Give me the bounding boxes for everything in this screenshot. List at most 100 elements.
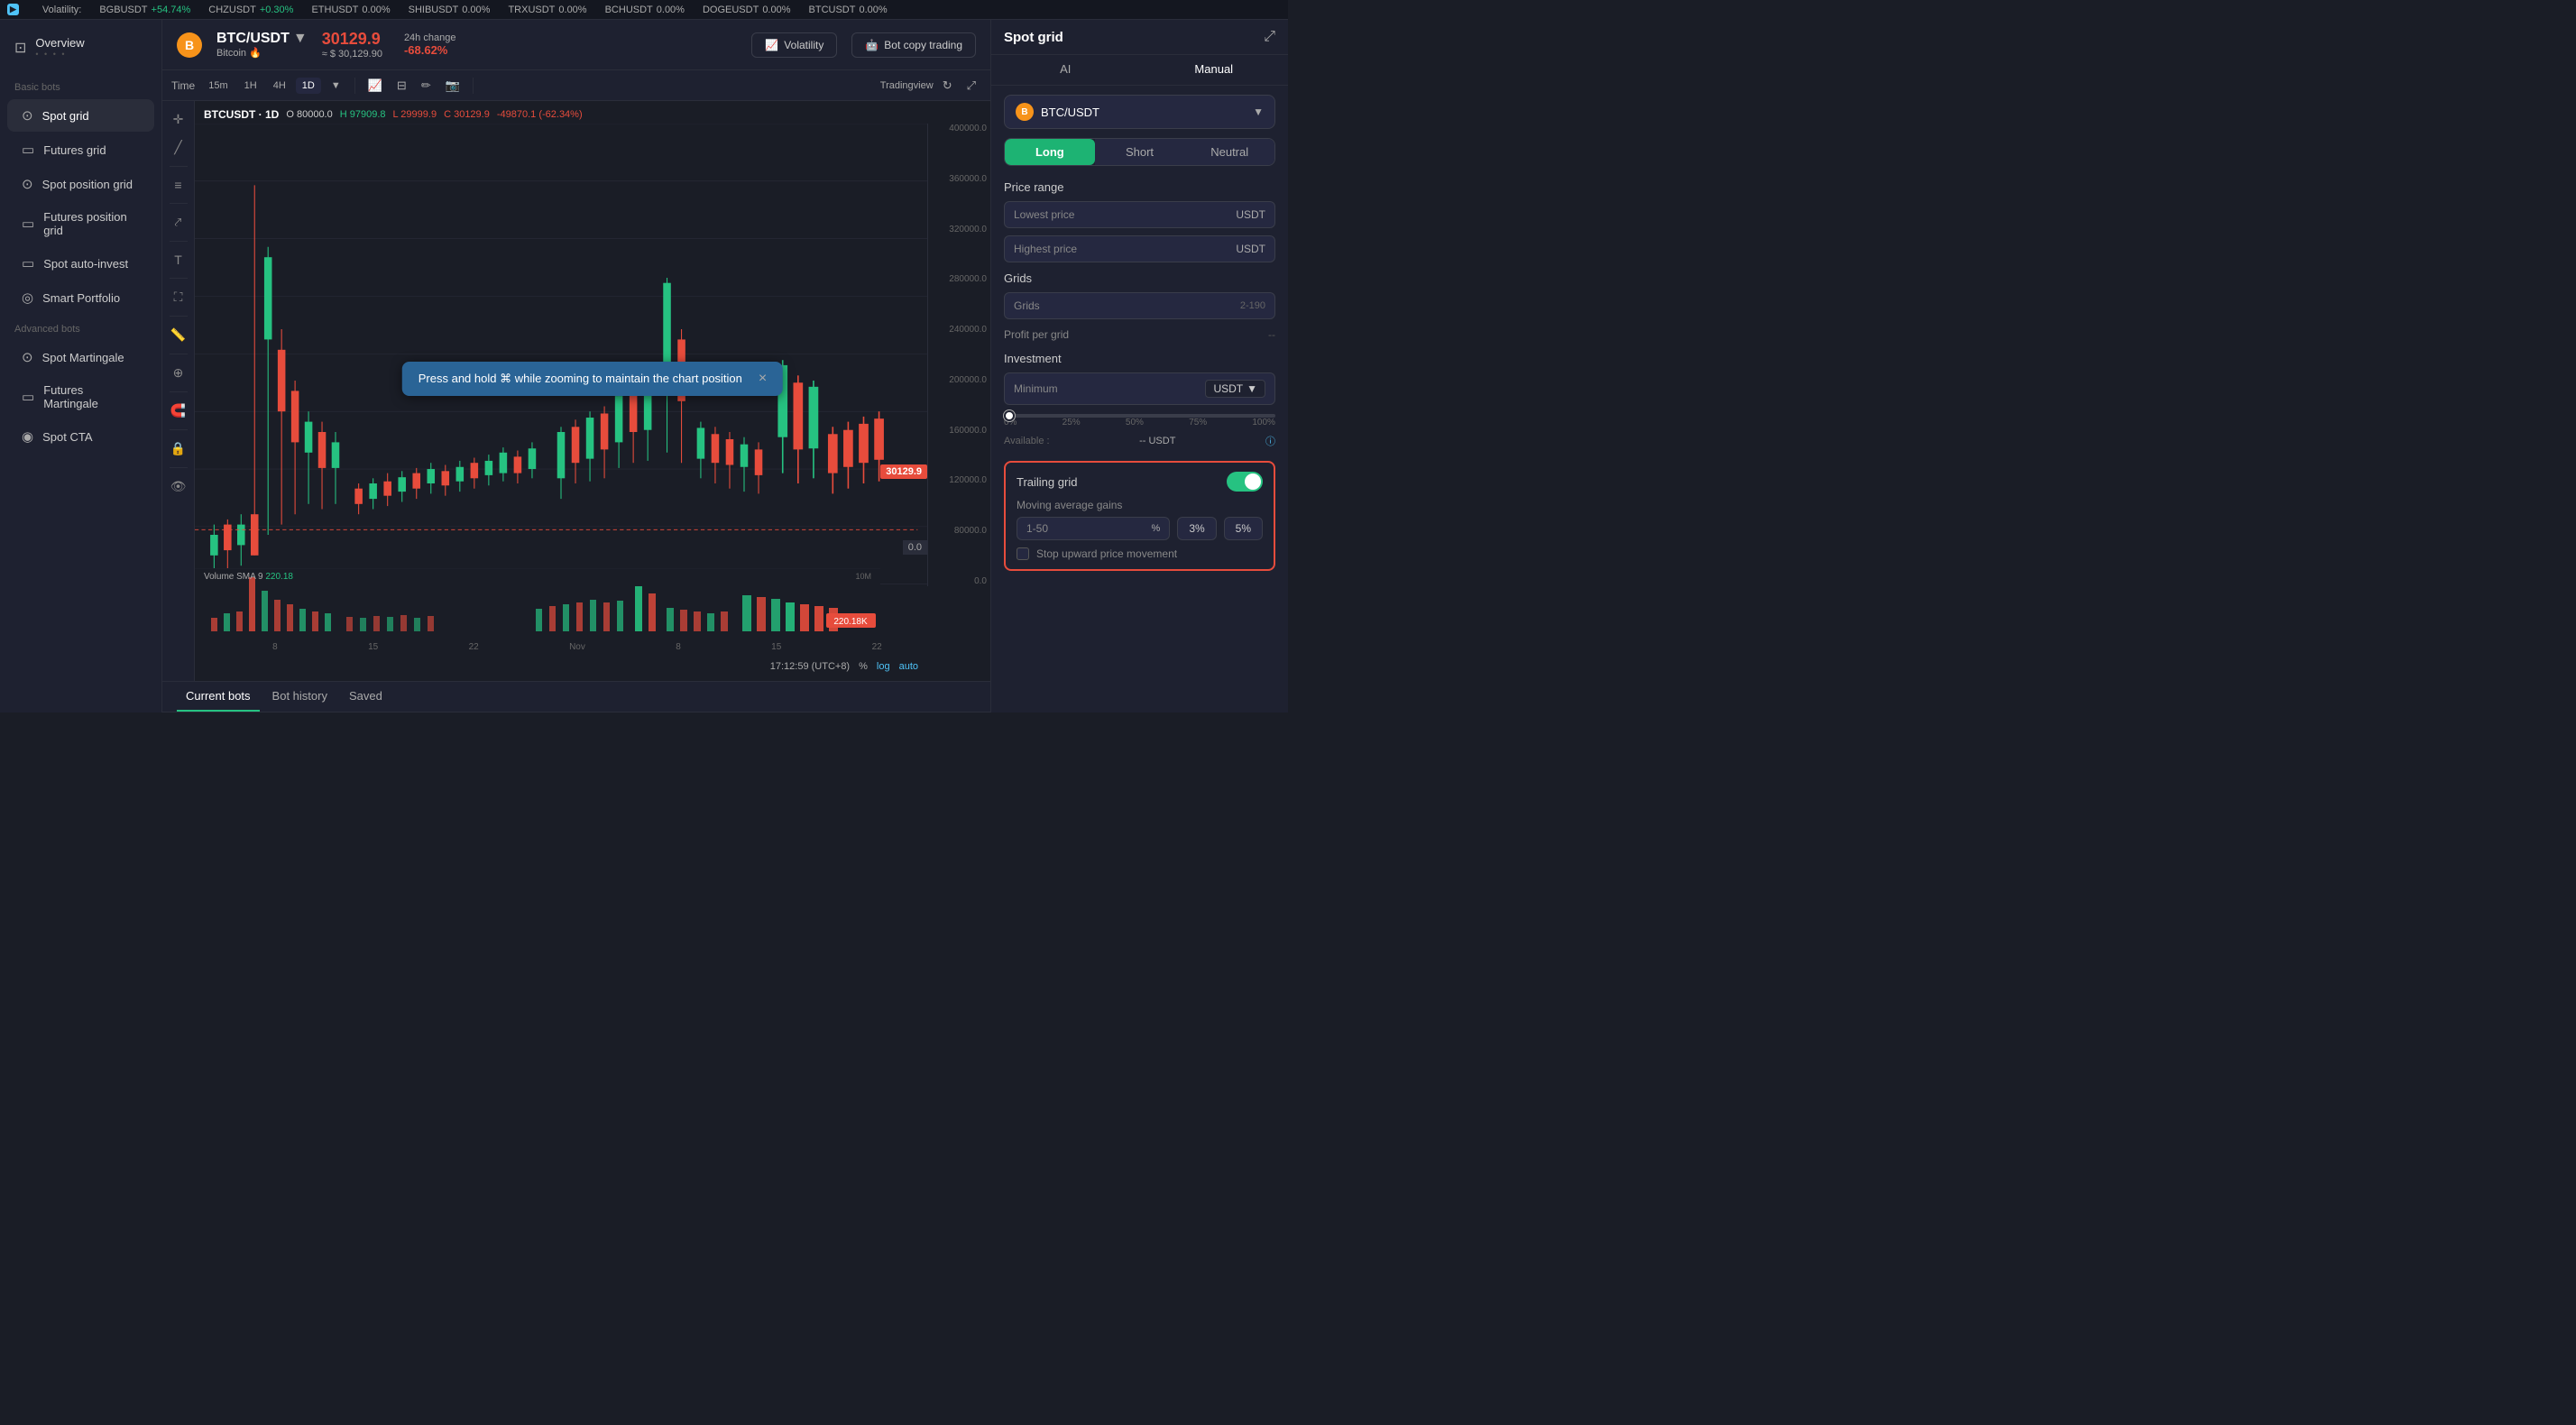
zoom-tool[interactable]: ⊕ (170, 362, 188, 384)
futures-grid-icon: ▭ (22, 142, 34, 158)
sidebar-item-futures-martingale[interactable]: ▭ Futures Martingale (7, 375, 154, 418)
tool-divider-2 (170, 203, 188, 204)
sidebar-item-spot-cta-label: Spot CTA (42, 430, 92, 444)
direction-long[interactable]: Long (1005, 139, 1095, 165)
ohlc-symbol: BTCUSDT · 1D (204, 108, 279, 121)
sidebar-item-futures-grid[interactable]: ▭ Futures grid (7, 133, 154, 166)
direction-short[interactable]: Short (1095, 139, 1185, 165)
tabs-panel: Current bots Bot history Saved (162, 681, 990, 712)
price-scale: 400000.0 360000.0 320000.0 280000.0 2400… (927, 124, 990, 586)
ma-badge-3pct[interactable]: 3% (1177, 517, 1216, 540)
ticker-item-4: TRXUSDT 0.00% (508, 5, 586, 15)
available-info-icon[interactable]: ⓘ (1265, 434, 1275, 448)
moving-avg-label: Moving average gains (1017, 499, 1263, 511)
horizontal-line-tool[interactable]: ≡ (170, 174, 185, 196)
investment-input[interactable]: Minimum USDT ▼ (1004, 372, 1275, 405)
tab-saved[interactable]: Saved (340, 682, 391, 712)
stop-upward-checkbox[interactable] (1017, 547, 1029, 560)
highest-price-input[interactable]: Highest price USDT (1004, 235, 1275, 262)
camera-icon[interactable]: 📷 (440, 76, 465, 96)
tab-current-bots[interactable]: Current bots (177, 682, 260, 712)
eye-tool[interactable]: 👁 (167, 475, 190, 498)
stop-upward-row: Stop upward price movement (1017, 547, 1263, 560)
trend-line-tool[interactable]: ╱ (170, 136, 185, 159)
tooltip-close-button[interactable]: × (759, 371, 767, 387)
sidebar-item-smart-portfolio[interactable]: ◎ Smart Portfolio (7, 281, 154, 314)
currency-coin-icon: B (1016, 103, 1034, 121)
refresh-icon[interactable]: ↻ (937, 76, 958, 96)
basic-bots-label: Basic bots (0, 77, 161, 98)
direction-neutral[interactable]: Neutral (1184, 139, 1274, 165)
magnet-tool[interactable]: 🧲 (167, 400, 189, 422)
text-tool[interactable]: T (170, 249, 186, 271)
tool-divider-7 (170, 391, 188, 392)
percent-btn[interactable]: % (859, 661, 868, 672)
interval-1d[interactable]: 1D (296, 78, 321, 94)
interval-dropdown[interactable]: ▼ (325, 78, 347, 94)
spot-grid-icon: ⊙ (22, 107, 33, 124)
bot-copy-trading-button[interactable]: 🤖 Bot copy trading (851, 32, 976, 58)
chart-toolbar: Time 15m 1H 4H 1D ▼ 📈 ⊟ ✏ 📷 Tradingview … (162, 70, 990, 101)
candlestick-chart (195, 124, 927, 586)
interval-4h[interactable]: 4H (267, 78, 292, 94)
tool-divider-9 (170, 467, 188, 468)
ruler-tool[interactable]: 📏 (167, 324, 189, 346)
invest-unit-dropdown[interactable]: USDT ▼ (1205, 380, 1265, 398)
crosshair-tool[interactable]: ✛ (170, 108, 188, 131)
currency-name: BTC/USDT (1041, 106, 1246, 119)
bot-icon: 🤖 (865, 39, 879, 51)
ticker-item-7: BTCUSDT 0.00% (809, 5, 888, 15)
chart-inner: ✛ ╱ ≡ ⤤ T ⛶ 📏 ⊕ 🧲 🔒 👁 (162, 101, 990, 681)
tab-bot-history[interactable]: Bot history (263, 682, 336, 712)
auto-btn[interactable]: auto (899, 661, 918, 672)
sidebar-item-futures-position-grid[interactable]: ▭ Futures position grid (7, 202, 154, 245)
pair-info: BTC/USDT ▼ Bitcoin 🔥 (216, 31, 308, 59)
interval-15m[interactable]: 15m (202, 78, 234, 94)
sidebar-item-spot-auto-invest[interactable]: ▭ Spot auto-invest (7, 247, 154, 280)
sidebar-item-futures-martingale-label: Futures Martingale (43, 383, 140, 410)
trailing-toggle[interactable] (1227, 472, 1263, 492)
sidebar-item-spot-martingale-label: Spot Martingale (42, 351, 124, 364)
tab-manual[interactable]: Manual (1140, 55, 1289, 85)
grids-input[interactable]: Grids 2-190 (1004, 292, 1275, 319)
currency-selector[interactable]: B BTC/USDT ▼ (1004, 95, 1275, 129)
panel-expand-button[interactable]: ⤢ (1264, 29, 1275, 45)
pencil-icon[interactable]: ✏ (416, 76, 437, 96)
tab-ai[interactable]: AI (991, 55, 1140, 85)
panel-title: Spot grid (1004, 30, 1063, 45)
spot-auto-invest-icon: ▭ (22, 255, 34, 271)
chart-timestamp-row: 17:12:59 (UTC+8) % log auto (770, 661, 918, 672)
sidebar-item-spot-martingale[interactable]: ⊙ Spot Martingale (7, 341, 154, 373)
interval-1h[interactable]: 1H (238, 78, 263, 94)
ma-badge-5pct[interactable]: 5% (1224, 517, 1263, 540)
measure-tool[interactable]: ⛶ (170, 286, 187, 308)
lock-tool[interactable]: 🔒 (167, 437, 189, 460)
chart-price-label: 30129.9 (880, 464, 927, 479)
sidebar-item-spot-grid[interactable]: ⊙ Spot grid (7, 99, 154, 132)
sidebar-item-spot-cta[interactable]: ◉ Spot CTA (7, 420, 154, 453)
percent-track[interactable] (1004, 414, 1275, 418)
profit-per-grid-row: Profit per grid -- (1004, 326, 1275, 343)
trailing-grid-label: Trailing grid (1017, 475, 1077, 489)
candle-chart-icon[interactable]: ⊟ (391, 76, 412, 96)
sidebar-overview[interactable]: ⊡ Overview • • • • (0, 29, 161, 66)
percent-thumb[interactable] (1004, 410, 1015, 421)
lowest-price-input[interactable]: Lowest price USDT (1004, 201, 1275, 228)
chart-ohlc: BTCUSDT · 1D O 80000.0 H 97909.8 L 29999… (204, 108, 583, 121)
change-label: 24h change (404, 32, 456, 43)
percent-bar[interactable]: 0% 25% 50% 75% 100% (1004, 414, 1275, 430)
pair-sub: Bitcoin 🔥 (216, 47, 308, 59)
futures-position-icon: ▭ (22, 216, 34, 232)
expand-icon[interactable]: ⤢ (961, 76, 981, 96)
chart-canvas-area[interactable]: BTCUSDT · 1D O 80000.0 H 97909.8 L 29999… (195, 101, 990, 681)
volatility-button[interactable]: 📈 Volatility (751, 32, 837, 58)
available-label: Available : (1004, 436, 1050, 446)
sidebar-item-spot-position-grid[interactable]: ⊙ Spot position grid (7, 168, 154, 200)
ma-range-input[interactable]: 1-50 % (1017, 517, 1170, 540)
sidebar-item-futures-grid-label: Futures grid (43, 143, 106, 157)
ray-tool[interactable]: ⤤ (171, 211, 186, 234)
sidebar-item-futures-position-label: Futures position grid (43, 210, 140, 237)
log-btn[interactable]: log (877, 661, 890, 672)
line-chart-icon[interactable]: 📈 (363, 76, 388, 96)
volatility-label: Volatility: (42, 5, 81, 15)
